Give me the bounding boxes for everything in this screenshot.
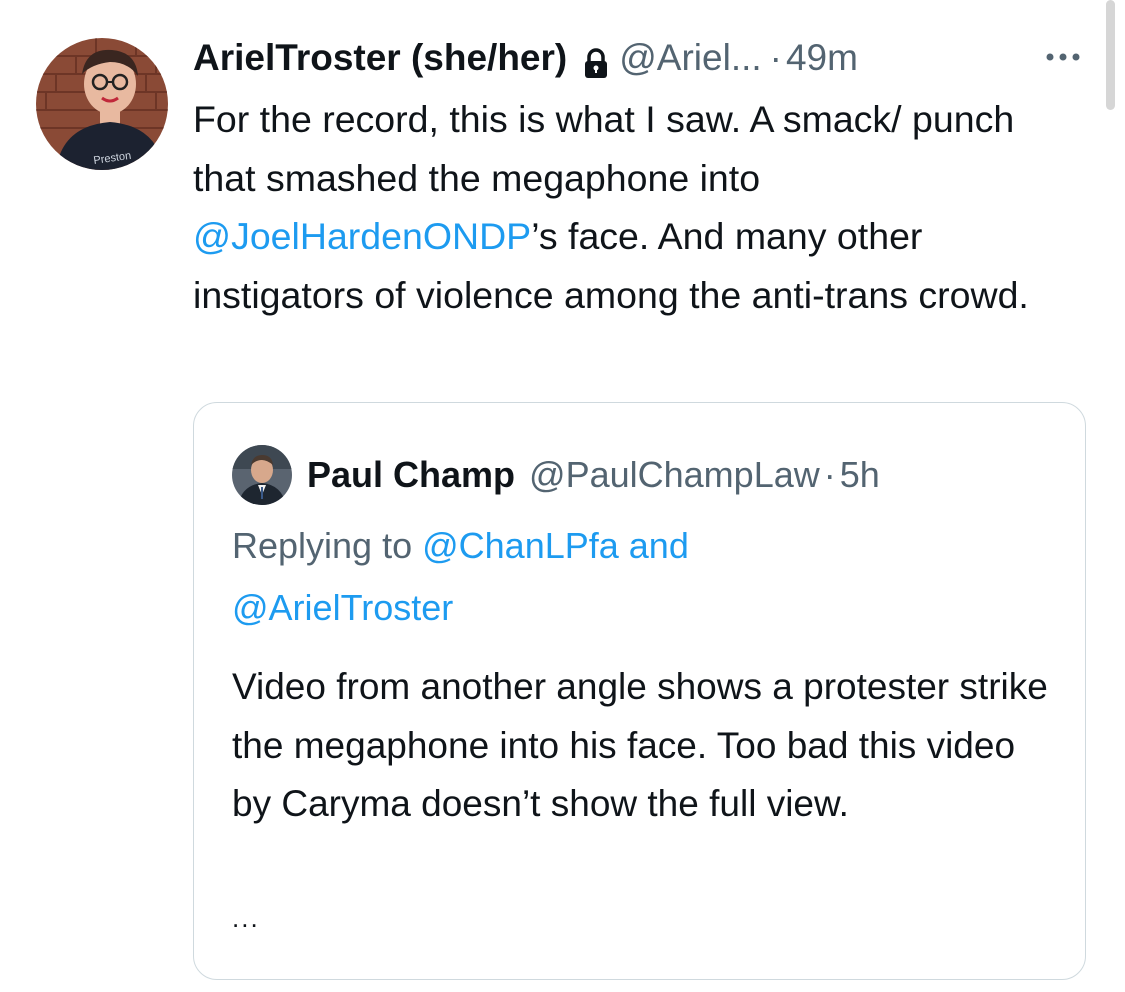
author-name[interactable]: ArielTroster (she/her) bbox=[193, 32, 567, 84]
replying-to: Replying to @ChanLPfa and @ArielTroster bbox=[232, 515, 1052, 639]
tweet-timestamp[interactable]: 49m bbox=[786, 32, 858, 84]
quote-timestamp[interactable]: 5h bbox=[840, 454, 880, 496]
quote-text: Video from another angle shows a protest… bbox=[232, 666, 1048, 824]
quote-author-name[interactable]: Paul Champ bbox=[307, 454, 515, 496]
tweet-text-part-1: For the record, this is what I saw. A sm… bbox=[193, 98, 1015, 199]
quote-truncation: ... bbox=[232, 903, 260, 933]
scrollbar[interactable] bbox=[1106, 0, 1115, 110]
author-handle[interactable]: @Ariel... bbox=[619, 32, 761, 84]
reply-mention-arieltroster[interactable]: @ArielTroster bbox=[232, 587, 453, 628]
author-avatar[interactable]: Preston bbox=[36, 38, 168, 170]
tweet-text: For the record, this is what I saw. A sm… bbox=[193, 90, 1083, 324]
quote-header: Paul Champ @PaulChampLaw · 5h bbox=[307, 445, 880, 505]
reply-and: and bbox=[618, 525, 689, 566]
mention-link[interactable]: @JoelHardenONDP bbox=[193, 215, 531, 257]
quote-author-avatar[interactable] bbox=[232, 445, 292, 505]
quote-author-handle[interactable]: @PaulChampLaw bbox=[529, 454, 820, 496]
quoted-tweet-card[interactable]: Paul Champ @PaulChampLaw · 5h Replying t… bbox=[193, 402, 1086, 980]
tweet-view: Preston ArielTroster (she/her) @Ariel...… bbox=[0, 0, 1125, 992]
lock-icon bbox=[583, 42, 609, 78]
tweet-header: ArielTroster (she/her) @Ariel... · 49m bbox=[193, 32, 1073, 84]
more-horizontal-icon[interactable] bbox=[1042, 42, 1084, 72]
replying-prefix: Replying to bbox=[232, 525, 423, 566]
reply-mention-chanlpfa[interactable]: @ChanLPfa bbox=[422, 525, 619, 566]
quote-avatar-image bbox=[232, 445, 292, 505]
author-avatar-image: Preston bbox=[36, 38, 168, 170]
header-separator: · bbox=[769, 37, 782, 78]
quote-header-separator: · bbox=[823, 454, 836, 495]
